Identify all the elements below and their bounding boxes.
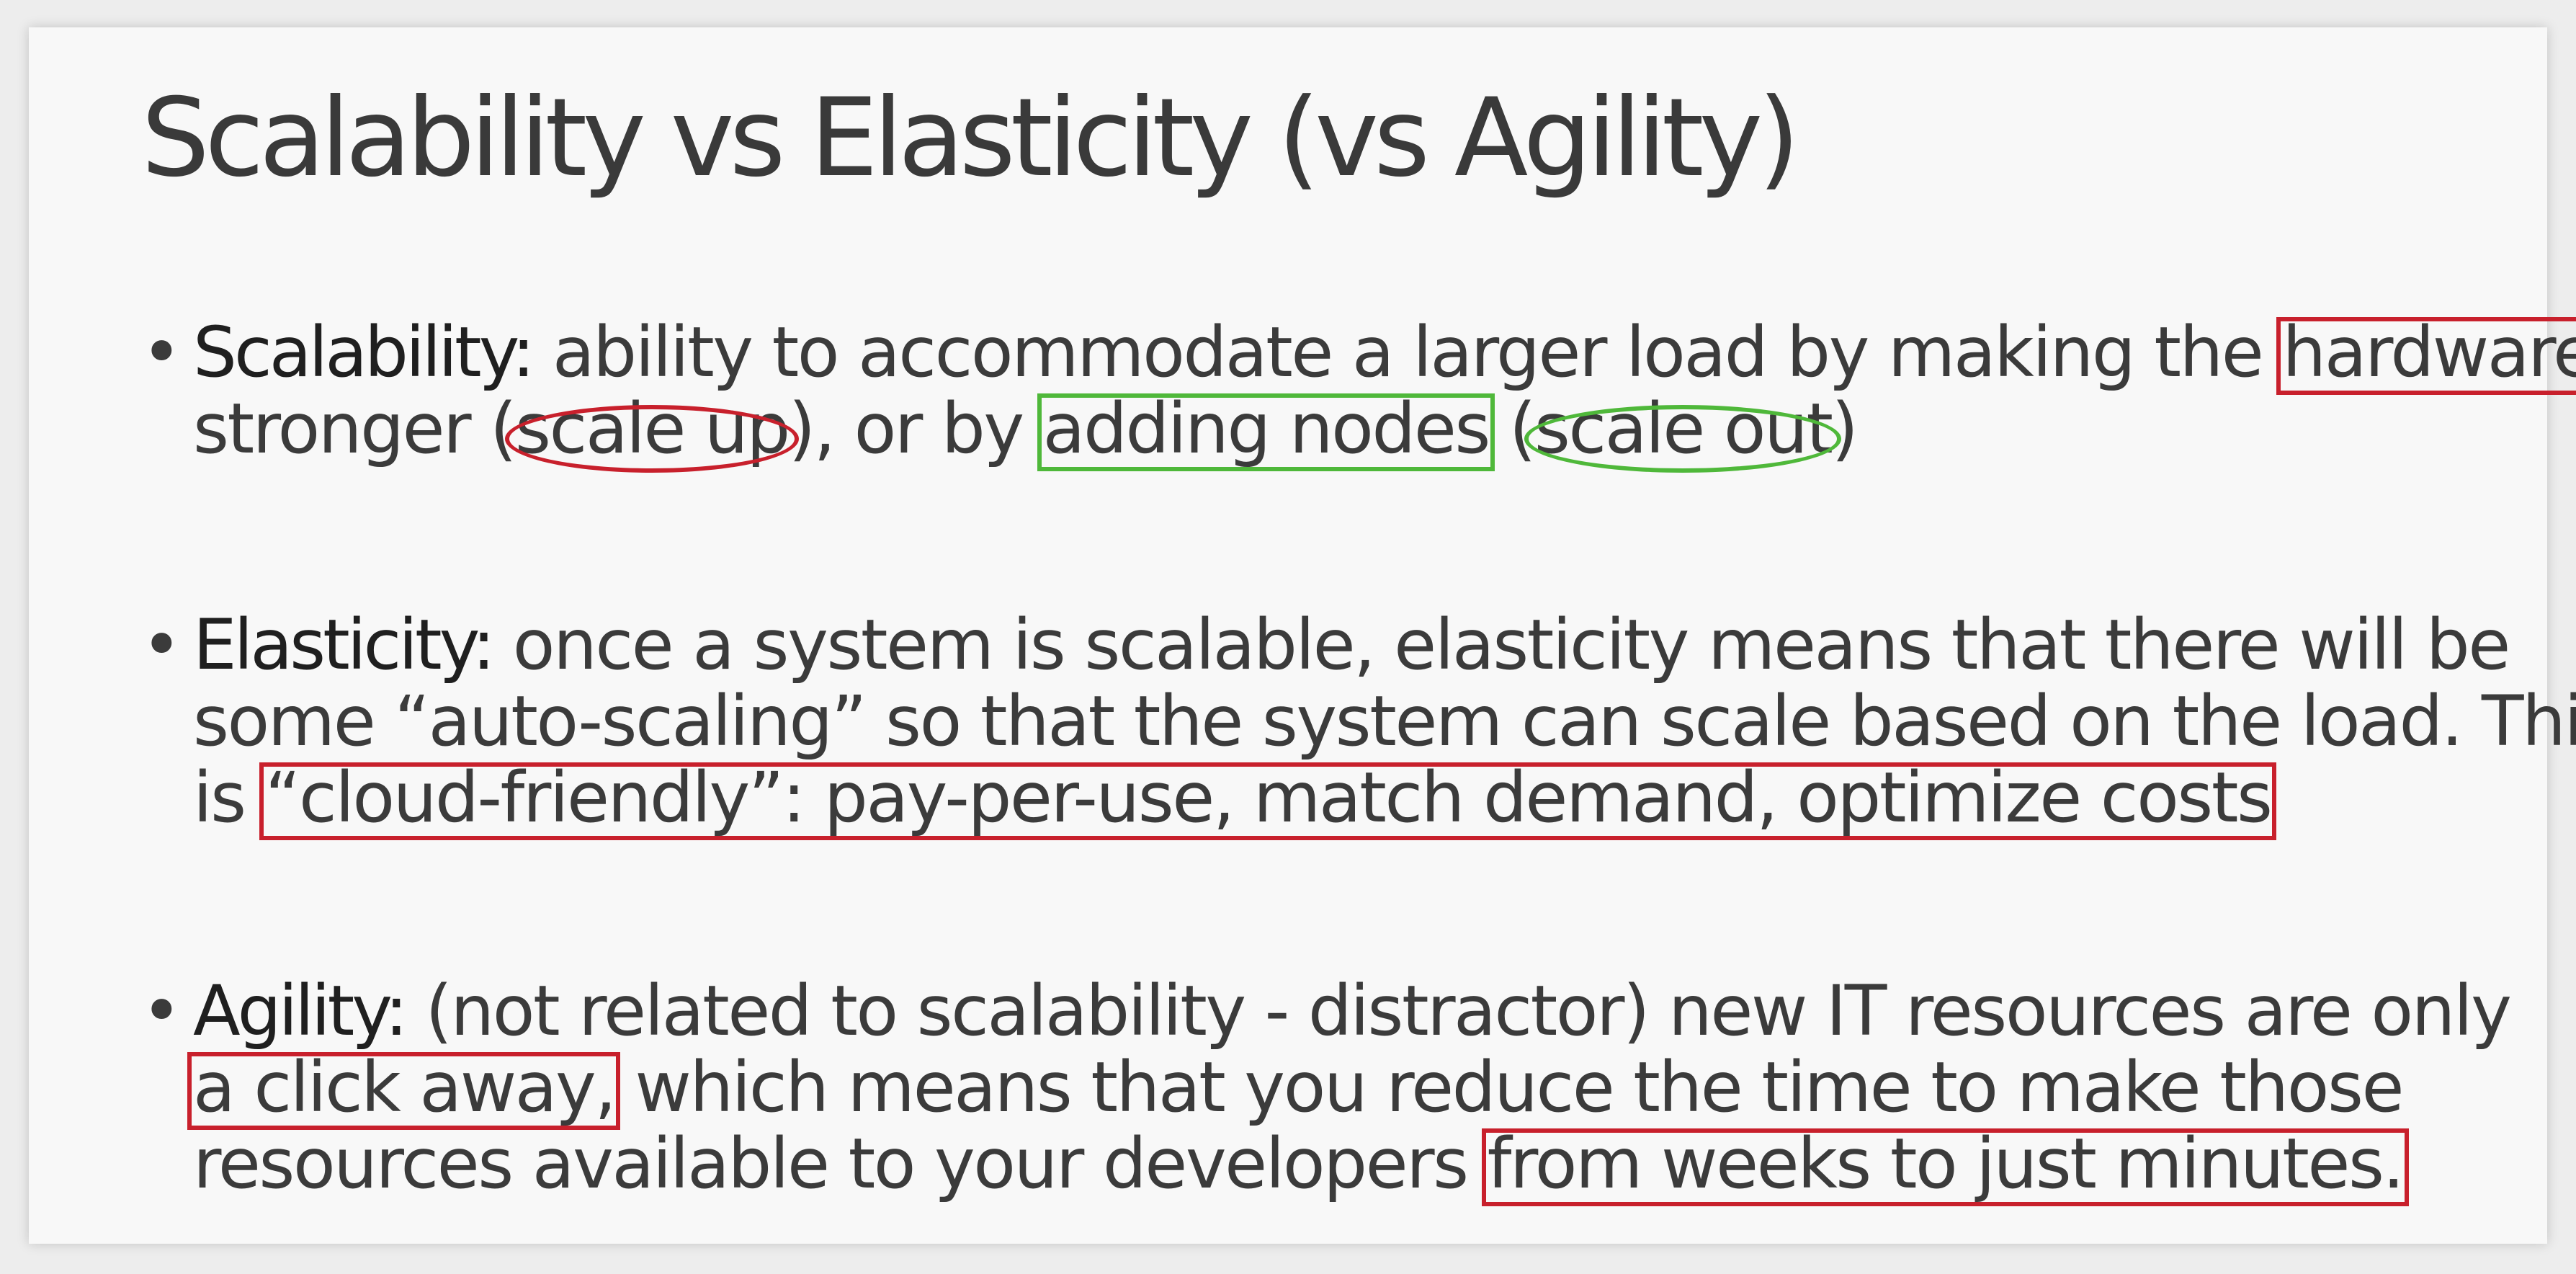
highlight-hardware: hardware [2276, 314, 2576, 395]
highlight-weeks-to-minutes: from weeks to just minutes. [1481, 1123, 2409, 1206]
term-elasticity: Elasticity: [193, 605, 496, 685]
highlight-click-away: a click away, [187, 1047, 621, 1130]
highlight-scale-out: scale out [1524, 388, 1842, 473]
bullet-line: stronger (scale up), or by adding nodes … [141, 388, 2518, 473]
text: ) [1831, 388, 1858, 469]
text: resources available to your developers [193, 1123, 1488, 1204]
text: ), or by [788, 388, 1043, 469]
text: ability to accommodate a larger load by … [532, 312, 2283, 393]
bullet-line: • Scalability: ability to accommodate a l… [141, 312, 2576, 395]
bullet-elasticity: • Elasticity: once a system is scalable, … [141, 607, 2576, 840]
bullet-line: is “cloud-friendly”: pay-per-use, match … [141, 757, 2518, 840]
bullet-line: • Elasticity: once a system is scalable, … [141, 607, 2518, 683]
text: (not related to scalability - distractor… [405, 971, 2512, 1051]
bullet-line: resources available to your developers f… [141, 1123, 2518, 1206]
bullet-line: some “auto-scaling” so that the system c… [141, 683, 2576, 760]
slide: Scalability vs Elasticity (vs Agility) •… [29, 27, 2576, 1244]
bullet-line: a click away, which means that you reduc… [141, 1047, 2518, 1130]
term-agility: Agility: [193, 971, 408, 1051]
term-scalability: Scalability: [193, 312, 535, 393]
highlight-scale-up: scale up [505, 388, 799, 473]
bullet-scalability: • Scalability: ability to accommodate a l… [141, 312, 2576, 473]
bullet-dot-icon: • [141, 605, 182, 685]
text: which means that you reduce the time to … [614, 1047, 2404, 1128]
text: once a system is scalable, elasticity me… [492, 605, 2510, 685]
bullet-dot-icon: • [141, 312, 182, 393]
highlight-adding-nodes: adding nodes [1037, 388, 1495, 471]
bullet-line: • Agility: (not related to scalability - … [141, 973, 2518, 1049]
text: stronger ( [193, 388, 517, 469]
slide-title: Scalability vs Elasticity (vs Agility) [141, 76, 1800, 201]
highlight-cloud-friendly: “cloud-friendly”: pay-per-use, match dem… [259, 757, 2277, 840]
bullet-dot-icon: • [141, 971, 182, 1051]
text: some “auto-scaling” so that the system c… [193, 681, 2576, 762]
text: ( [1488, 388, 1536, 469]
text: is [193, 757, 265, 838]
bullet-agility: • Agility: (not related to scalability - … [141, 973, 2518, 1206]
